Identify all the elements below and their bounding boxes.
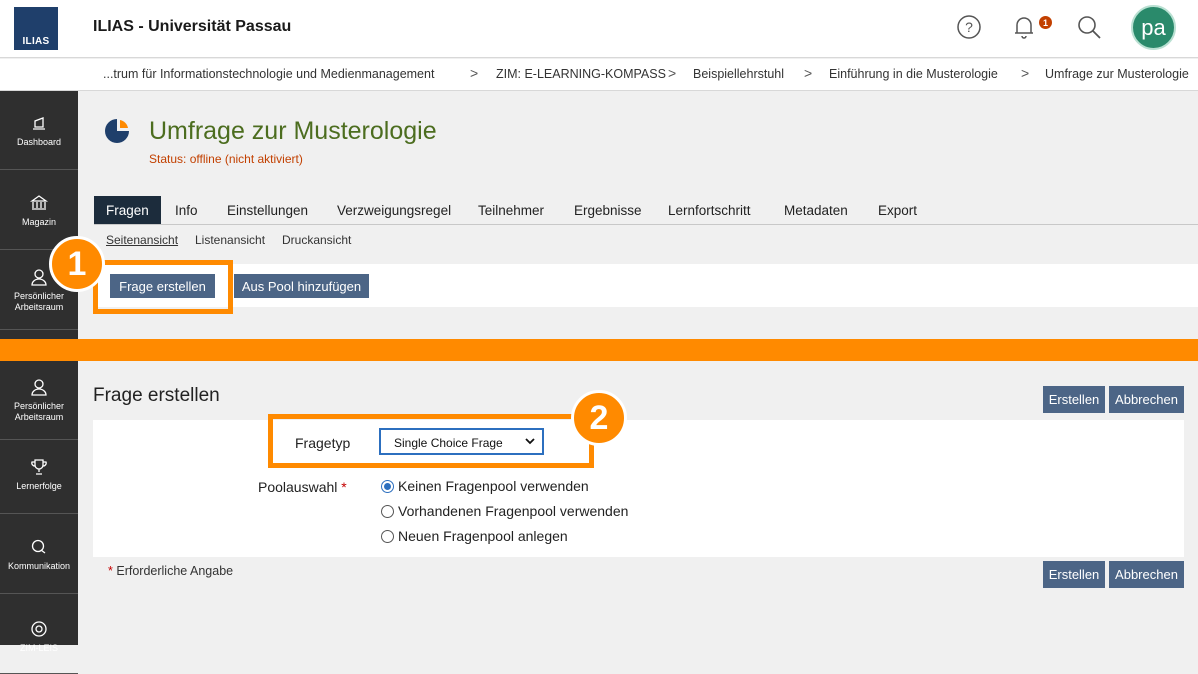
- sidebar-item-dashboard[interactable]: Dashboard: [0, 91, 78, 170]
- chevron-right-icon: >: [1021, 65, 1030, 81]
- sidebar-item-kommunikation[interactable]: Kommunikation: [0, 515, 78, 594]
- user-icon: [31, 379, 47, 396]
- pool-option-new[interactable]: Neuen Fragenpool anlegen: [381, 528, 568, 544]
- bell-icon[interactable]: [1010, 13, 1038, 41]
- sidebar-item-zim-leis[interactable]: ZIM-LEIS: [0, 595, 78, 674]
- tab-teilnehmer[interactable]: Teilnehmer: [478, 196, 544, 224]
- repository-icon: [29, 194, 49, 210]
- sidebar-item-label: Persönlicher Arbeitsraum: [13, 401, 65, 422]
- avatar[interactable]: pa: [1131, 5, 1176, 50]
- tab-export[interactable]: Export: [878, 196, 917, 224]
- required-note: * Erforderliche Angabe: [108, 564, 233, 578]
- required-note-text: Erforderliche Angabe: [116, 564, 234, 578]
- subtab-seitenansicht[interactable]: Seitenansicht: [106, 233, 178, 247]
- breadcrumb-item[interactable]: Einführung in die Musterologie: [829, 67, 998, 81]
- chat-icon: [31, 539, 46, 554]
- submit-button-top[interactable]: Erstellen: [1043, 386, 1105, 413]
- survey-icon: [104, 118, 130, 144]
- tab-ergebnisse[interactable]: Ergebnisse: [574, 196, 642, 224]
- pool-option-none[interactable]: Keinen Fragenpool verwenden: [381, 478, 589, 494]
- radio-label: Neuen Fragenpool anlegen: [398, 528, 568, 544]
- breadcrumb-item-current: Umfrage zur Musterologie: [1045, 67, 1189, 81]
- trophy-icon: [31, 458, 47, 475]
- pool-label: Poolauswahl *: [258, 479, 347, 495]
- radio-label: Vorhandenen Fragenpool verwenden: [398, 503, 629, 519]
- subtab-druckansicht[interactable]: Druckansicht: [282, 233, 351, 247]
- tab-fragen[interactable]: Fragen: [94, 196, 161, 224]
- required-marker: *: [341, 479, 347, 495]
- sidebar-item-label: Persönlicher Arbeitsraum: [13, 291, 65, 312]
- sidebar-item-label: Lernerfolge: [16, 480, 62, 491]
- tab-metadaten[interactable]: Metadaten: [784, 196, 848, 224]
- app-title: ILIAS - Universität Passau: [93, 18, 292, 35]
- chevron-right-icon: >: [470, 65, 479, 81]
- subtab-listenansicht[interactable]: Listenansicht: [195, 233, 265, 247]
- tab-einstellungen[interactable]: Einstellungen: [227, 196, 308, 224]
- breadcrumb-item[interactable]: ZIM: E-LEARNING-KOMPASS: [496, 67, 666, 81]
- svg-text:?: ?: [965, 19, 973, 35]
- user-icon: [31, 269, 47, 286]
- breadcrumb: ...trum für Informationstechnologie und …: [0, 59, 1198, 91]
- chevron-right-icon: >: [804, 65, 813, 81]
- form-title: Frage erstellen: [93, 385, 220, 406]
- breadcrumb-item[interactable]: ...trum für Informationstechnologie und …: [103, 67, 434, 81]
- sidebar-item-label: Magazin: [21, 216, 57, 227]
- form-panel: [93, 420, 1184, 557]
- sidebar-item-label: Kommunikation: [7, 560, 71, 571]
- cancel-button-bottom[interactable]: Abbrechen: [1109, 561, 1184, 588]
- radio-button[interactable]: [381, 529, 394, 543]
- notification-badge: 1: [1039, 16, 1052, 29]
- ilias-logo[interactable]: ILIAS: [14, 7, 58, 50]
- sidebar-item-workspace-2[interactable]: Persönlicher Arbeitsraum: [0, 361, 78, 440]
- radio-button[interactable]: [381, 479, 394, 493]
- sidebar-item-label: Dashboard: [16, 136, 62, 147]
- step-marker-2: 2: [571, 390, 627, 446]
- pool-option-existing[interactable]: Vorhandenen Fragenpool verwenden: [381, 503, 628, 519]
- main-sidebar: Dashboard Magazin Persönlicher Arbeitsra…: [0, 91, 78, 674]
- required-marker: *: [108, 564, 113, 578]
- tab-info[interactable]: Info: [175, 196, 198, 224]
- chevron-right-icon: >: [668, 65, 677, 81]
- highlight-box-1: [93, 260, 233, 314]
- cancel-button-top[interactable]: Abbrechen: [1109, 386, 1184, 413]
- submit-button-bottom[interactable]: Erstellen: [1043, 561, 1105, 588]
- search-icon[interactable]: [1075, 13, 1103, 41]
- lifebuoy-icon: [31, 621, 47, 637]
- step-marker-1: 1: [49, 236, 105, 292]
- help-icon[interactable]: ?: [955, 13, 983, 41]
- status-text: Status: offline (nicht aktiviert): [149, 152, 303, 166]
- highlight-box-2: [268, 414, 594, 468]
- section-divider: [0, 339, 1198, 361]
- top-bar: ILIAS ILIAS - Universität Passau ? 1 pa: [0, 0, 1198, 58]
- radio-label: Keinen Fragenpool verwenden: [398, 478, 589, 494]
- tab-lernfortschritt[interactable]: Lernfortschritt: [668, 196, 751, 224]
- breadcrumb-item[interactable]: Beispiellehrstuhl: [693, 67, 784, 81]
- add-from-pool-button[interactable]: Aus Pool hinzufügen: [234, 274, 369, 298]
- pool-label-text: Poolauswahl: [258, 479, 338, 495]
- tab-verzweigungsregel[interactable]: Verzweigungsregel: [337, 196, 451, 224]
- page-title: Umfrage zur Musterologie: [149, 117, 437, 145]
- tab-divider: [94, 224, 1198, 225]
- radio-button[interactable]: [381, 504, 394, 518]
- sidebar-item-lernerfolge[interactable]: Lernerfolge: [0, 435, 78, 514]
- dashboard-icon: [33, 116, 45, 130]
